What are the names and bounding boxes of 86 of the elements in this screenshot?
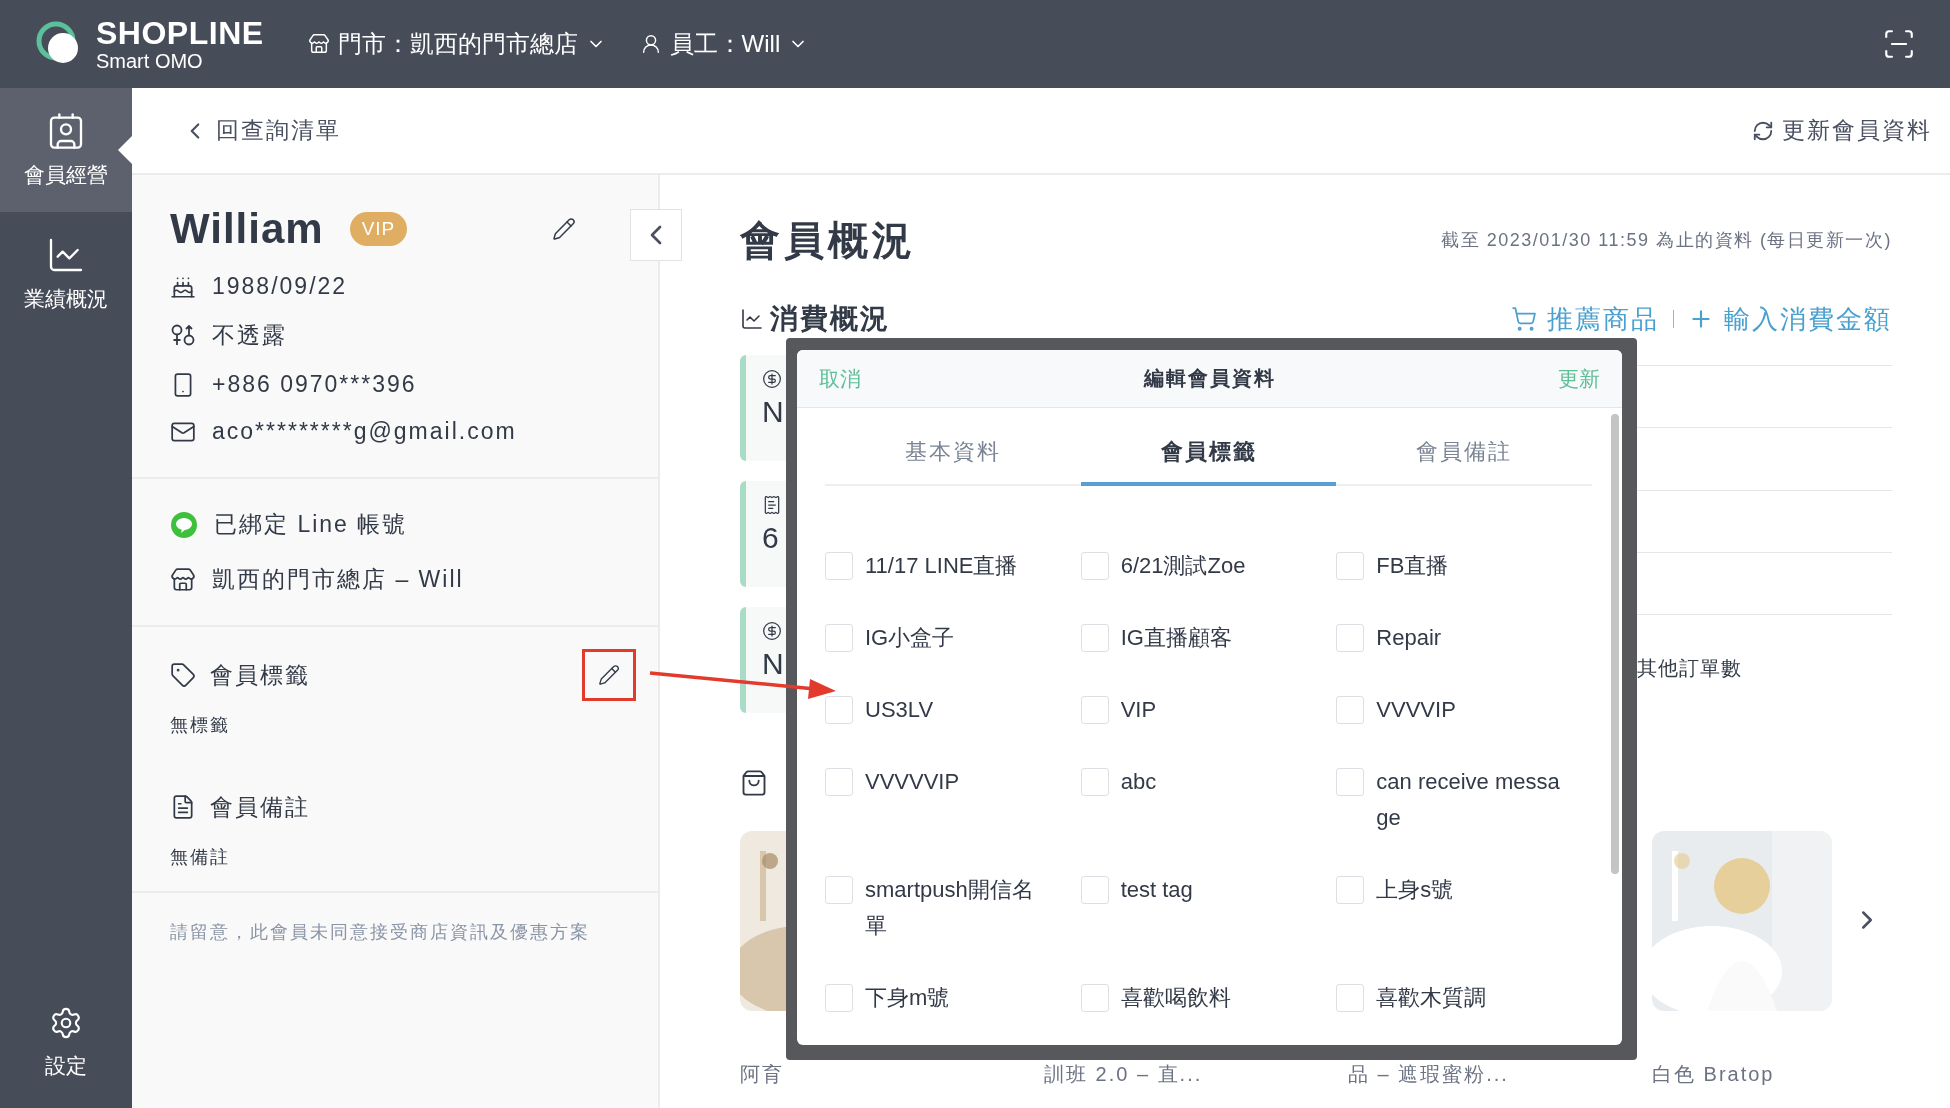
checkbox[interactable]: [1080, 696, 1109, 724]
section-value: 無備註: [170, 846, 231, 869]
settings-icon: [49, 1006, 83, 1040]
settings-nav-item[interactable]: 設定: [0, 978, 132, 1108]
product-caption: 阿育: [740, 1062, 785, 1087]
tag-label: 上身s號: [1376, 876, 1454, 904]
checkbox[interactable]: [1080, 624, 1109, 652]
checkbox[interactable]: [1080, 768, 1109, 796]
checkbox[interactable]: [1336, 876, 1365, 904]
checkbox[interactable]: [1336, 984, 1365, 1012]
product-caption: 品 – 遮瑕蜜粉...: [1348, 1062, 1510, 1087]
detail-text: 凱西的門市總店 – Will: [212, 565, 464, 594]
checkbox[interactable]: [825, 984, 853, 1012]
tag-icon: [170, 662, 196, 688]
scrollbar-thumb[interactable]: [1611, 414, 1619, 874]
checkbox[interactable]: [825, 624, 853, 652]
tag-label: 下身m號: [865, 984, 950, 1012]
checkbox[interactable]: [1336, 768, 1365, 796]
staff-selector[interactable]: 員工：Will: [639, 28, 809, 60]
tag-label: test tag: [1120, 876, 1193, 904]
tag-label: VVVVIP: [1376, 696, 1456, 724]
brand-name: SHOPLINE: [96, 17, 264, 49]
vip-badge: VIP: [349, 212, 408, 246]
product-caption: 白色 Bratop: [1652, 1062, 1776, 1087]
collapse-button[interactable]: [630, 209, 682, 261]
section-title: 消費概況: [770, 302, 890, 336]
checkbox[interactable]: [825, 696, 853, 724]
pencil-icon: [598, 664, 620, 686]
consent-notice: 請留意，此會員未同意接受商店資訊及優惠方案: [170, 921, 591, 944]
checkbox[interactable]: [1080, 984, 1109, 1012]
checkbox[interactable]: [825, 876, 853, 904]
checkbox[interactable]: [825, 552, 853, 580]
member-name: William: [170, 205, 324, 253]
nav-item[interactable]: 業績概況: [0, 212, 132, 336]
chart-icon: [740, 307, 764, 331]
tag-label: 11/17 LINE直播: [865, 552, 1018, 580]
tag-label: 6/21測試Zoe: [1120, 552, 1246, 580]
checkbox[interactable]: [1080, 552, 1109, 580]
detail-text: 1988/09/22: [212, 273, 348, 300]
checkbox[interactable]: [1336, 552, 1365, 580]
checkbox[interactable]: [1336, 696, 1365, 724]
tab[interactable]: 會員標籤: [1080, 422, 1337, 486]
tag-label: abc: [1120, 768, 1157, 796]
dollar-icon: [762, 621, 782, 641]
store-selector[interactable]: 門市：凱西的門市總店: [307, 28, 606, 60]
tag-label: smartpush開信名單: [865, 876, 1035, 940]
scan-icon: [1882, 27, 1916, 61]
brand-subtitle: Smart OMO: [96, 51, 204, 71]
detail-text: aco*********g@gmail.com: [212, 418, 517, 445]
tag-label: 喜歡木質調: [1376, 984, 1487, 1012]
dollar-icon: [762, 369, 782, 389]
refresh-button[interactable]: 更新會員資料: [1752, 115, 1932, 146]
product-caption: 訓班 2.0 – 直...: [1044, 1062, 1204, 1087]
section-title: 會員備註: [210, 792, 310, 822]
tag-label: VVVVVIP: [865, 768, 960, 796]
data-timestamp: 截至 2023/01/30 11:59 為止的資料 (每日更新一次): [1441, 229, 1892, 252]
dialog-title: 編輯會員資料: [1143, 366, 1276, 391]
page-title: 會員概況: [740, 216, 916, 264]
tag-label: IG小盒子: [865, 624, 955, 652]
checkbox[interactable]: [1080, 876, 1109, 904]
store-icon: [307, 33, 330, 55]
store-icon: [170, 566, 196, 593]
cart-icon: [1511, 306, 1537, 332]
nav-item[interactable]: 會員經營: [0, 88, 132, 212]
stat-label: 其他訂單數: [1636, 656, 1743, 681]
receipt-icon: [762, 495, 782, 515]
chat-bubble-icon: [170, 510, 198, 539]
note-icon: [170, 794, 196, 820]
detail-text: 已綁定 Line 帳號: [214, 510, 408, 539]
tag-label: VIP: [1120, 696, 1157, 724]
tag-label: FB直播: [1376, 552, 1449, 580]
tab[interactable]: 會員備註: [1336, 422, 1592, 486]
bag-icon: [740, 769, 768, 797]
section-title: 會員標籤: [210, 660, 310, 690]
back-link[interactable]: 回查詢清單: [182, 115, 341, 146]
tag-label: IG直播顧客: [1120, 624, 1232, 652]
refresh-icon: [1752, 119, 1774, 142]
detail-text: 不透露: [212, 321, 287, 350]
detail-text: +886 0970***396: [212, 371, 417, 398]
section-value: 無標籤: [170, 714, 231, 737]
tag-label: 喜歡喝飲料: [1120, 984, 1231, 1012]
checkbox[interactable]: [1336, 624, 1365, 652]
pencil-icon: [552, 217, 576, 241]
tag-label: can receive message: [1376, 768, 1561, 832]
checkbox[interactable]: [825, 768, 853, 796]
tag-label: Repair: [1376, 624, 1442, 652]
